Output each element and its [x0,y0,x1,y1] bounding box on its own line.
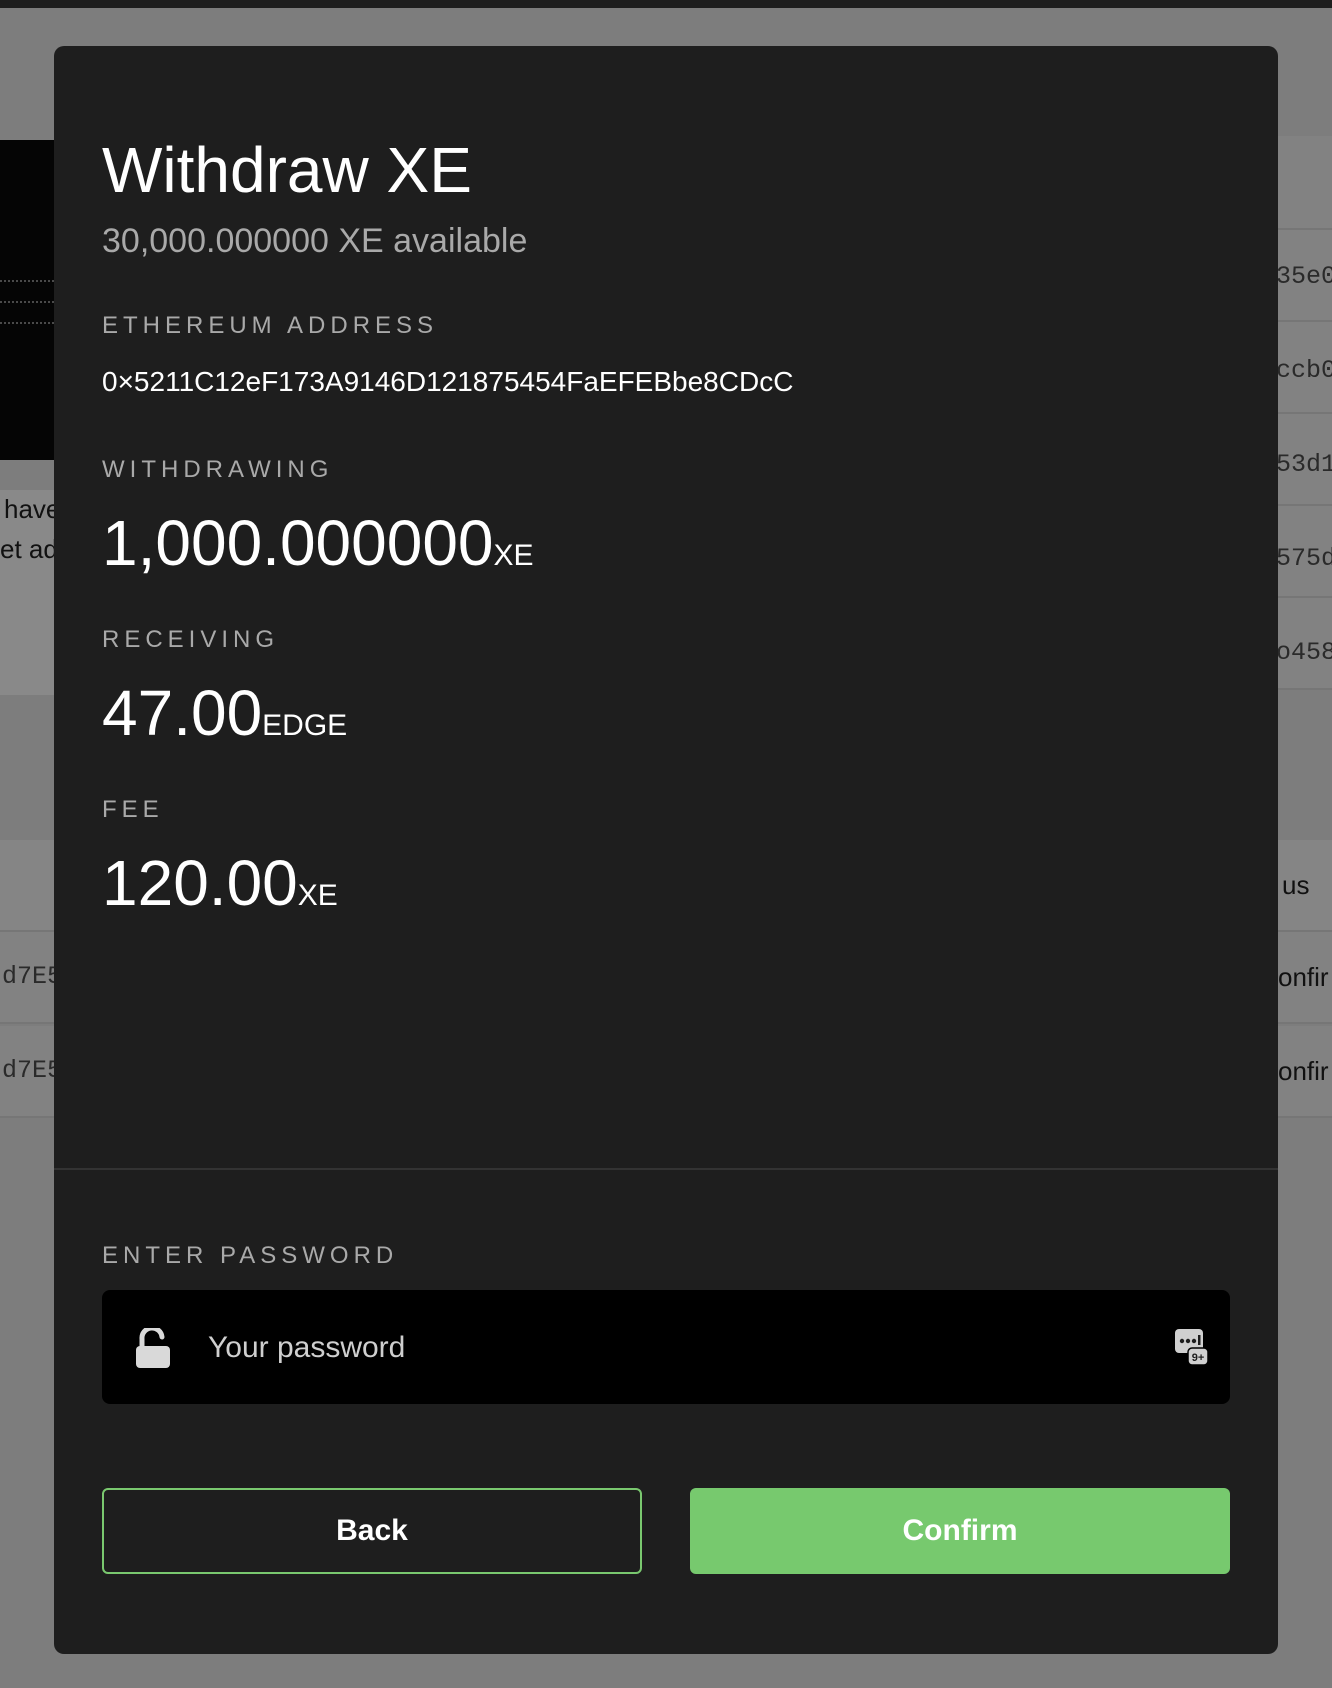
modal-divider [54,1168,1278,1170]
address-label: ETHEREUM ADDRESS [102,312,439,339]
withdrawing-label: WITHDRAWING [102,456,334,483]
password-input[interactable] [206,1320,1090,1376]
withdrawing-unit: XE [493,539,534,572]
background-hash: 53d1 [1276,450,1332,479]
modal-title: Withdraw XE [102,134,472,206]
background-text: onfir [1278,962,1329,992]
background-text: onfir [1278,1056,1329,1086]
top-bar [0,0,1332,8]
password-autofill-icon[interactable]: 9+ [1174,1328,1209,1371]
back-button[interactable]: Back [102,1488,642,1574]
receiving-label: RECEIVING [102,626,280,653]
lock-open-icon [134,1325,172,1375]
ethereum-address: 0×5211C12eF173A9146D121875454FaEFEBbe8CD… [102,366,794,397]
background-hash: o458 [1276,638,1332,667]
withdraw-modal: Withdraw XE 30,000.000000 XE available E… [54,46,1278,1654]
background-dotted-line [0,322,54,324]
fee-value: 120.00 [102,847,298,919]
background-text: have [4,494,61,524]
background-dotted-line [0,301,54,303]
background-row [1278,136,1332,230]
background-hash: 35e0 [1276,262,1332,291]
background-hash: d7E5 [2,1056,63,1085]
withdrawing-amount: 1,000.000000XE [102,506,534,580]
fee-unit: XE [297,879,338,912]
background-dotted-line [0,280,54,282]
background-hash: 575d [1276,544,1332,573]
receiving-unit: EDGE [262,709,348,742]
background-text: us [1282,870,1310,900]
background-hash: ccb0 [1276,356,1332,385]
receiving-value: 47.00 [102,677,263,749]
background-text: et ad [0,534,58,564]
background-image-block [0,140,54,460]
fee-label: FEE [102,796,164,823]
password-field[interactable]: 9+ [102,1290,1230,1404]
confirm-button[interactable]: Confirm [690,1488,1230,1574]
password-label: ENTER PASSWORD [102,1242,399,1269]
svg-text:9+: 9+ [1192,1352,1205,1364]
background-hash: d7E5 [2,962,63,991]
fee-amount: 120.00XE [102,846,338,920]
available-balance: 30,000.000000 XE available [102,222,528,260]
receiving-amount: 47.00EDGE [102,676,347,750]
withdrawing-value: 1,000.000000 [102,507,494,579]
